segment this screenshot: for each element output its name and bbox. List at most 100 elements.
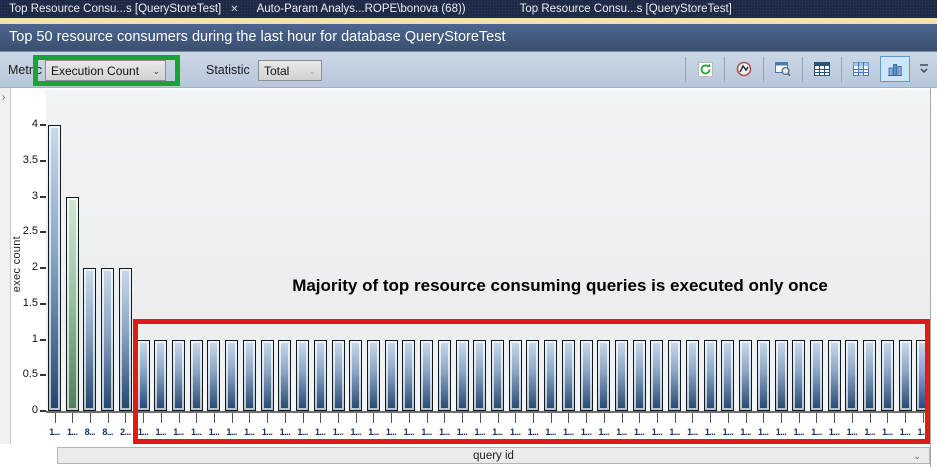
chart-view-icon[interactable] <box>880 56 910 82</box>
bar-query-14[interactable] <box>296 340 309 412</box>
bar-query-32[interactable] <box>615 340 628 412</box>
x-axis-tick <box>267 413 268 423</box>
bar-query-34[interactable] <box>650 340 663 412</box>
y-axis-tick <box>40 231 46 233</box>
x-axis-tick <box>90 413 91 423</box>
bar-query-23[interactable] <box>456 340 469 412</box>
x-axis-tick <box>816 413 817 423</box>
bar-query-26[interactable] <box>509 340 522 412</box>
toolbar-overflow-icon[interactable] <box>917 57 931 81</box>
x-axis-tick <box>533 413 534 423</box>
toolbar-overflow-icon-glyph <box>919 63 929 75</box>
grid-additional-stats-icon[interactable] <box>849 57 873 81</box>
bar-query-48[interactable] <box>899 340 912 412</box>
x-axis-tick <box>108 413 109 423</box>
bar-query-17[interactable] <box>349 340 362 412</box>
bar-query-19[interactable] <box>385 340 398 412</box>
bar-query-27[interactable] <box>526 340 539 412</box>
bar-query-5[interactable] <box>137 340 150 412</box>
metric-dropdown[interactable]: Execution Count ⌄ <box>45 60 166 81</box>
toolbar-separator <box>685 57 686 82</box>
bar-query-9[interactable] <box>207 340 220 412</box>
bar-query-28[interactable] <box>544 340 557 412</box>
bar-query-37[interactable] <box>704 340 717 412</box>
bar-query-20[interactable] <box>402 340 415 412</box>
x-axis-tick <box>196 413 197 423</box>
bar-query-38[interactable] <box>721 340 734 412</box>
view-query-text-icon[interactable] <box>771 57 795 81</box>
bar-query-16[interactable] <box>332 340 345 412</box>
bar-query-15[interactable] <box>314 340 327 412</box>
bar-query-18[interactable] <box>367 340 380 412</box>
x-axis-tick <box>728 413 729 423</box>
x-axis-tick <box>870 413 871 423</box>
bar-query-40[interactable] <box>757 340 770 412</box>
bar-query-49[interactable] <box>916 340 929 412</box>
bar-query-35[interactable] <box>668 340 681 412</box>
bar-query-36[interactable] <box>686 340 699 412</box>
x-axis-tick <box>781 413 782 423</box>
bar-query-3[interactable] <box>101 268 114 411</box>
chart-view-icon-glyph <box>886 60 904 78</box>
metric-label: Metric <box>8 63 42 77</box>
bar-query-7[interactable] <box>172 340 185 412</box>
bar-query-6[interactable] <box>154 340 167 412</box>
bar-query-42[interactable] <box>792 340 805 412</box>
x-axis-tick <box>923 413 924 423</box>
track-query-icon-glyph <box>735 60 753 78</box>
toolbar-separator <box>841 57 842 82</box>
track-query-icon[interactable] <box>732 57 756 81</box>
refresh-icon[interactable] <box>693 57 717 81</box>
grid-view-icon[interactable] <box>810 57 834 81</box>
x-axis-tick <box>657 413 658 423</box>
x-axis-tick <box>586 413 587 423</box>
y-axis-tick-label: 3.5 <box>0 154 38 166</box>
bar-query-24[interactable] <box>473 340 486 412</box>
x-axis-tick <box>498 413 499 423</box>
bar-query-1[interactable] <box>66 197 79 412</box>
y-axis-tick <box>40 374 46 376</box>
bar-query-8[interactable] <box>190 340 203 412</box>
bar-query-12[interactable] <box>261 340 274 412</box>
bar-query-31[interactable] <box>597 340 610 412</box>
x-axis-tick <box>746 413 747 423</box>
x-axis-tick <box>568 413 569 423</box>
statistic-dropdown[interactable]: Total ⌄ <box>258 60 322 81</box>
bar-query-43[interactable] <box>810 340 823 412</box>
y-axis-tick <box>40 160 46 162</box>
bar-query-46[interactable] <box>863 340 876 412</box>
x-axis-tick <box>905 413 906 423</box>
x-axis-tick <box>604 413 605 423</box>
bar-query-41[interactable] <box>775 340 788 412</box>
x-axis-tick <box>409 413 410 423</box>
bar-query-29[interactable] <box>562 340 575 412</box>
bar-query-0[interactable] <box>48 125 61 411</box>
bar-query-39[interactable] <box>739 340 752 412</box>
toolbar-separator <box>802 57 803 82</box>
x-axis-tick <box>515 413 516 423</box>
bar-query-11[interactable] <box>243 340 256 412</box>
bar-query-4[interactable] <box>119 268 132 411</box>
x-axis-tick <box>125 413 126 423</box>
bar-query-44[interactable] <box>828 340 841 412</box>
x-axis-tick <box>55 413 56 423</box>
bar-query-25[interactable] <box>491 340 504 412</box>
x-axis-tick <box>692 413 693 423</box>
x-axis-tick <box>303 413 304 423</box>
x-axis-tick <box>338 413 339 423</box>
y-axis-tick-label: 1 <box>0 333 38 345</box>
bar-query-13[interactable] <box>278 340 291 412</box>
bar-query-33[interactable] <box>633 340 646 412</box>
bar-query-47[interactable] <box>881 340 894 412</box>
bar-query-45[interactable] <box>845 340 858 412</box>
bar-query-10[interactable] <box>225 340 238 412</box>
bar-query-2[interactable] <box>83 268 96 411</box>
bar-query-22[interactable] <box>438 340 451 412</box>
y-axis-tick-label: 0 <box>0 404 38 416</box>
chevron-down-icon: ⌄ <box>152 67 160 75</box>
bar-query-30[interactable] <box>580 340 593 412</box>
x-axis-tick <box>834 413 835 423</box>
x-axis-tick <box>763 413 764 423</box>
bar-query-21[interactable] <box>420 340 433 412</box>
x-axis-tick <box>232 413 233 423</box>
